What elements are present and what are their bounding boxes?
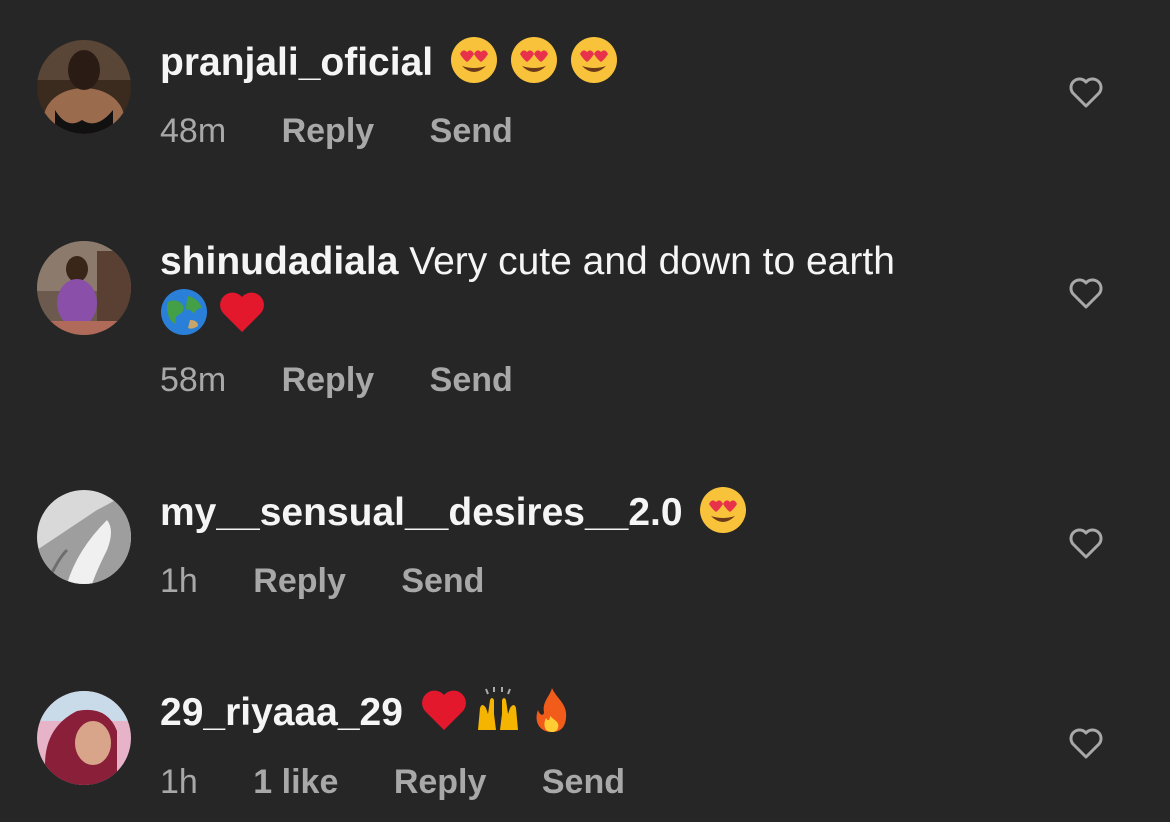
comment-username[interactable]: my__sensual__desires__2.0 <box>160 491 683 534</box>
like-heart-icon[interactable] <box>1066 723 1106 763</box>
send-button[interactable]: Send <box>430 360 513 400</box>
comment-timestamp: 58m <box>160 361 227 399</box>
likes-count[interactable]: 1 like <box>253 762 338 802</box>
send-button[interactable]: Send <box>401 561 484 601</box>
red-heart-emoji <box>218 288 266 336</box>
send-button[interactable]: Send <box>430 111 513 151</box>
comment-username[interactable]: pranjali_oficial <box>160 41 433 84</box>
reply-button[interactable]: Reply <box>394 762 487 802</box>
avatar[interactable] <box>37 241 131 335</box>
comment-item: 29_riyaaa_29 1h 1 like Reply Send <box>0 650 1170 822</box>
reply-button[interactable]: Reply <box>282 111 375 151</box>
avatar[interactable] <box>37 490 131 584</box>
heart-eyes-emoji <box>570 36 618 84</box>
globe-emoji <box>160 288 208 336</box>
comment-username[interactable]: shinudadiala <box>160 240 398 283</box>
heart-eyes-emoji <box>510 36 558 84</box>
fire-emoji <box>528 686 576 734</box>
raising-hands-emoji <box>474 686 522 734</box>
like-heart-icon[interactable] <box>1066 523 1106 563</box>
avatar[interactable] <box>37 691 131 785</box>
heart-eyes-emoji <box>699 486 747 534</box>
like-heart-icon[interactable] <box>1066 72 1106 112</box>
reply-button[interactable]: Reply <box>253 561 346 601</box>
comment-item: shinudadiala Very cute and down to earth… <box>0 200 1170 450</box>
comment-timestamp: 48m <box>160 112 227 150</box>
red-heart-emoji <box>420 686 468 734</box>
like-heart-icon[interactable] <box>1066 273 1106 313</box>
avatar[interactable] <box>37 40 131 134</box>
heart-eyes-emoji <box>450 36 498 84</box>
comment-item: pranjali_oficial 48m Reply Send <box>0 0 1170 200</box>
send-button[interactable]: Send <box>542 762 625 802</box>
comment-timestamp: 1h <box>160 562 198 600</box>
comment-text: Very cute and down to earth <box>409 240 895 283</box>
reply-button[interactable]: Reply <box>282 360 375 400</box>
comment-timestamp: 1h <box>160 763 198 801</box>
comment-username[interactable]: 29_riyaaa_29 <box>160 691 403 734</box>
comment-item: my__sensual__desires__2.0 1h Reply Send <box>0 450 1170 650</box>
